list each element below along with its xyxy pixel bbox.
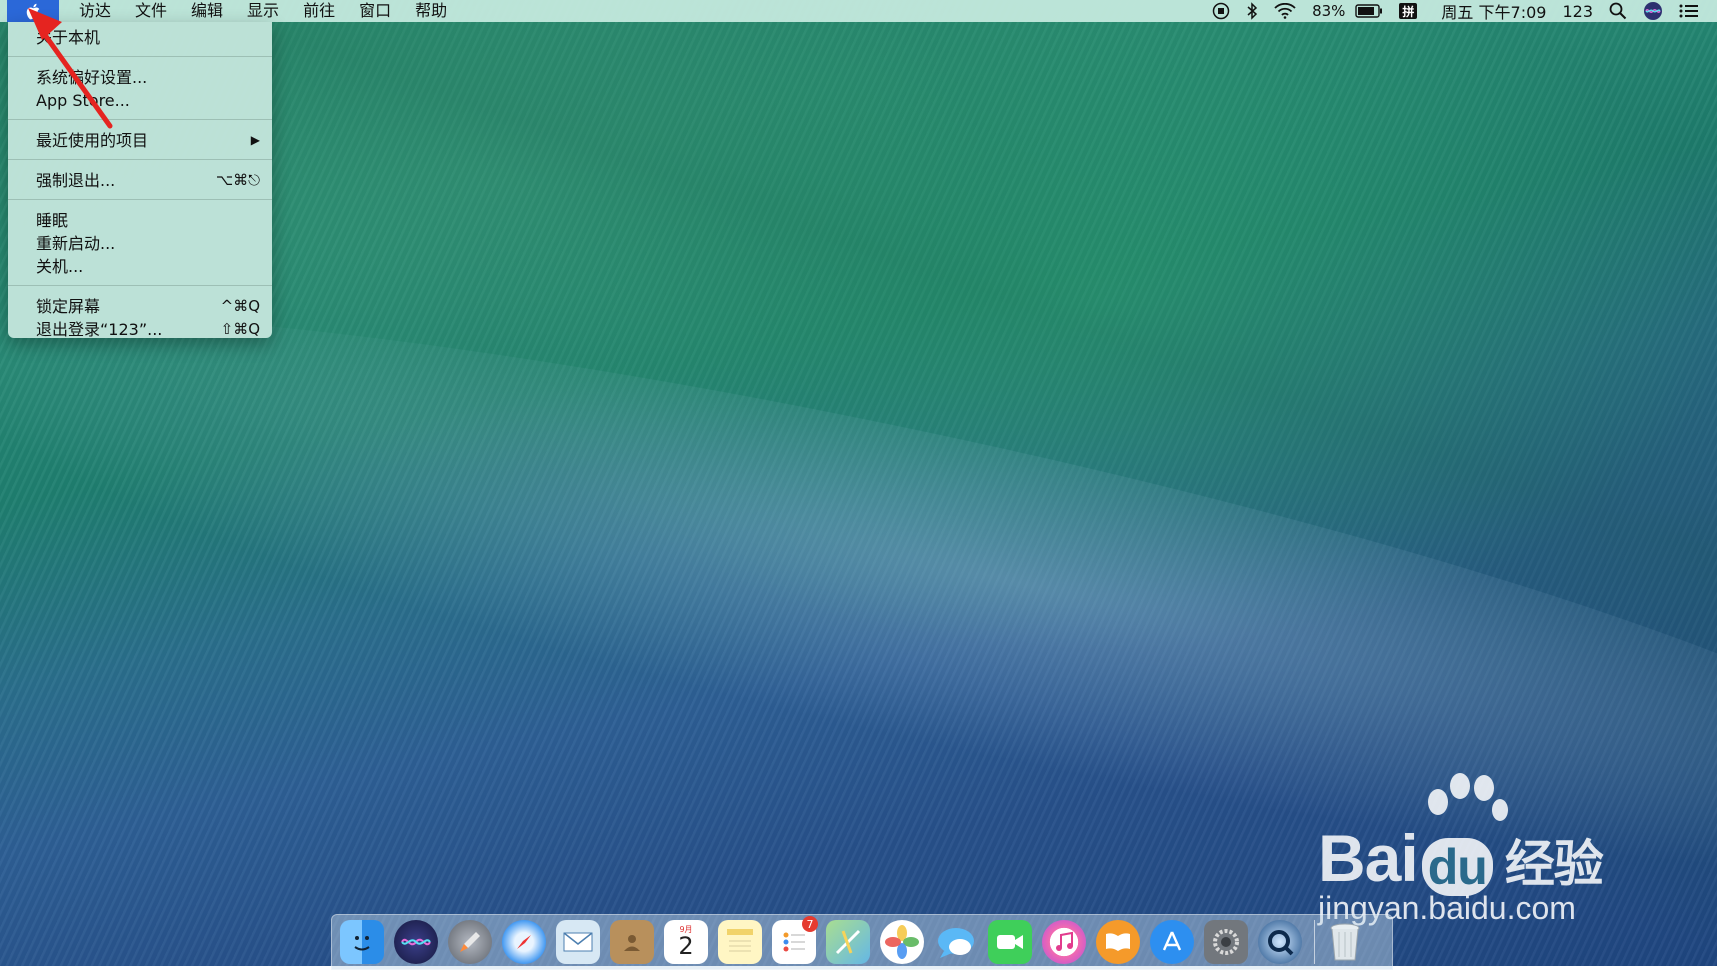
submenu-arrow-icon: ▶ (250, 133, 260, 147)
menu-bar: 访达 文件 编辑 显示 前往 窗口 帮助 83% 拼 周五 下午7:09 123 (0, 0, 1717, 22)
menu-item-restart[interactable]: 重新启动... (8, 232, 272, 255)
calendar-month: 9月 (679, 925, 693, 934)
dock-safari-icon[interactable] (502, 920, 546, 964)
menu-item-label: 最近使用的项目 (36, 131, 149, 150)
menu-item-lock-screen[interactable]: 锁定屏幕 ^⌘Q (8, 295, 272, 318)
watermark-logo-text: Bai (1318, 821, 1419, 895)
menu-item-label: 关机... (36, 257, 84, 276)
dock-photos-icon[interactable] (880, 920, 924, 964)
menu-item-label: 重新启动... (36, 234, 116, 253)
dock-mail-icon[interactable] (556, 920, 600, 964)
battery-percent: 83% (1312, 2, 1346, 20)
dock: 9月 2 7 (331, 914, 1393, 970)
menu-file[interactable]: 文件 (123, 0, 179, 22)
dock-siri-icon[interactable] (394, 920, 438, 964)
dock-ibooks-icon[interactable] (1096, 920, 1140, 964)
notification-center-icon[interactable] (1671, 0, 1707, 22)
user-name[interactable]: 123 (1554, 0, 1601, 22)
menu-item-label: 锁定屏幕 (36, 297, 101, 316)
screen-record-icon[interactable] (1204, 0, 1238, 22)
dock-separator (1314, 920, 1315, 964)
dock-trash-icon[interactable] (1323, 920, 1367, 964)
bluetooth-icon[interactable] (1238, 0, 1266, 22)
menu-group-recent: 最近使用的项目 ▶ (8, 129, 272, 152)
menu-separator (8, 199, 272, 202)
menu-item-shut-down[interactable]: 关机... (8, 255, 272, 278)
baidu-paw-icon (1428, 773, 1508, 821)
menu-separator (8, 159, 272, 162)
dock-reminders-icon[interactable]: 7 (772, 916, 818, 964)
watermark-logo-jingyan: 经验 (1504, 836, 1604, 892)
spotlight-icon[interactable] (1601, 0, 1635, 22)
menu-item-label: 强制退出... (36, 171, 116, 190)
clock[interactable]: 周五 下午7:09 (1425, 0, 1554, 22)
baidu-watermark: Bai du 经验 jingyan.baidu.com (1318, 773, 1604, 927)
menu-item-recent-items[interactable]: 最近使用的项目 ▶ (8, 129, 272, 152)
dock-finder-icon[interactable] (340, 920, 384, 964)
dock-itunes-icon[interactable] (1042, 920, 1086, 964)
menu-item-sleep[interactable]: 睡眠 (8, 209, 272, 232)
menu-item-force-quit[interactable]: 强制退出... ⌥⌘⎋ (8, 169, 272, 192)
menu-group-session: 锁定屏幕 ^⌘Q 退出登录“123”... ⇧⌘Q (8, 295, 272, 341)
input-method-button[interactable]: 拼 (1391, 0, 1425, 22)
dock-system-preferences-icon[interactable] (1204, 920, 1248, 964)
dock-launchpad-icon[interactable] (448, 920, 492, 964)
menu-help[interactable]: 帮助 (403, 0, 459, 22)
dock-messages-icon[interactable] (934, 920, 978, 964)
dock-quicktime-icon[interactable] (1258, 920, 1302, 964)
battery-icon[interactable] (1347, 0, 1391, 22)
menu-item-shortcut: ⌥⌘⎋ (215, 171, 260, 189)
dock-calendar-icon[interactable]: 9月 2 (664, 920, 708, 964)
menu-item-label: 睡眠 (36, 211, 69, 230)
menu-edit[interactable]: 编辑 (179, 0, 235, 22)
watermark-logo-du: du (1421, 838, 1493, 896)
menu-item-shortcut: ⇧⌘Q (220, 320, 260, 338)
reminders-badge: 7 (802, 916, 818, 932)
menu-go[interactable]: 前往 (291, 0, 347, 22)
dock-maps-icon[interactable] (826, 920, 870, 964)
siri-icon[interactable] (1635, 0, 1671, 22)
menu-separator (8, 285, 272, 288)
wifi-icon[interactable] (1266, 0, 1304, 22)
dock-notes-icon[interactable] (718, 920, 762, 964)
menu-item-log-out[interactable]: 退出登录“123”... ⇧⌘Q (8, 318, 272, 341)
dock-app-store-icon[interactable] (1150, 920, 1194, 964)
menu-group-power: 睡眠 重新启动... 关机... (8, 209, 272, 278)
dock-contacts-icon[interactable] (610, 920, 654, 964)
menu-item-shortcut: ^⌘Q (220, 297, 260, 315)
calendar-day: 2 (678, 932, 694, 960)
menu-group-force-quit: 强制退出... ⌥⌘⎋ (8, 169, 272, 192)
menu-item-label: 退出登录“123”... (36, 320, 163, 339)
input-method-label: 拼 (1399, 3, 1418, 19)
menu-window[interactable]: 窗口 (347, 0, 403, 22)
annotation-arrow-icon (28, 8, 113, 129)
menu-view[interactable]: 显示 (235, 0, 291, 22)
dock-facetime-icon[interactable] (988, 920, 1032, 964)
